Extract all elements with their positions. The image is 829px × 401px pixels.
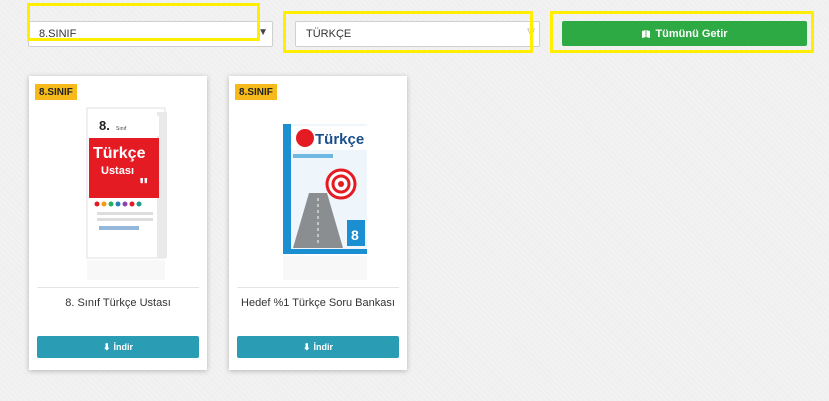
product-card[interactable]: 8. Sınıf Türkçe Ustası " 8.SINIF 8. Sını… bbox=[29, 76, 207, 370]
filter-bar: 8.SINIF ▼ TÜRKÇE ▽ Tümünü Getir bbox=[0, 0, 829, 60]
subject-select-value: TÜRKÇE bbox=[306, 28, 352, 40]
caret-down-icon: ▽ bbox=[527, 27, 535, 38]
fetch-all-label: Tümünü Getir bbox=[655, 27, 728, 40]
product-title: Hedef %1 Türkçe Soru Bankası bbox=[241, 297, 395, 309]
product-title: 8. Sınıf Türkçe Ustası bbox=[65, 297, 171, 309]
svg-text:": " bbox=[139, 175, 148, 197]
book-cover-image: Türkçe 8 bbox=[283, 124, 367, 280]
subject-select[interactable]: TÜRKÇE ▽ bbox=[295, 21, 540, 47]
card-divider bbox=[237, 287, 399, 288]
svg-text:Ustası: Ustası bbox=[101, 165, 134, 177]
grade-badge: 8.SINIF bbox=[235, 84, 277, 100]
svg-text:Sınıf: Sınıf bbox=[116, 126, 127, 132]
svg-text:8.: 8. bbox=[99, 118, 110, 133]
svg-text:Türkçe: Türkçe bbox=[93, 145, 146, 162]
book-icon bbox=[642, 29, 651, 38]
download-icon: ⬇ bbox=[102, 341, 111, 352]
class-select[interactable]: 8.SINIF ▼ bbox=[28, 21, 273, 47]
download-button[interactable]: ⬇ İndir bbox=[37, 336, 199, 358]
download-label: İndir bbox=[313, 342, 334, 352]
caret-down-icon: ▼ bbox=[258, 27, 268, 38]
svg-text:Türkçe: Türkçe bbox=[315, 131, 364, 148]
download-button[interactable]: ⬇ İndir bbox=[237, 336, 399, 358]
book-cover-image: 8. Sınıf Türkçe Ustası " bbox=[86, 107, 167, 280]
download-icon: ⬇ bbox=[302, 341, 311, 352]
card-divider bbox=[37, 287, 199, 288]
svg-text:8: 8 bbox=[351, 227, 359, 243]
download-label: İndir bbox=[113, 342, 134, 352]
product-card[interactable]: Türkçe 8 8.SINIF Hedef %1 Türkçe Soru Ba… bbox=[229, 76, 407, 370]
class-select-value: 8.SINIF bbox=[39, 28, 77, 40]
grade-badge: 8.SINIF bbox=[35, 84, 77, 100]
fetch-all-button[interactable]: Tümünü Getir bbox=[562, 21, 807, 46]
